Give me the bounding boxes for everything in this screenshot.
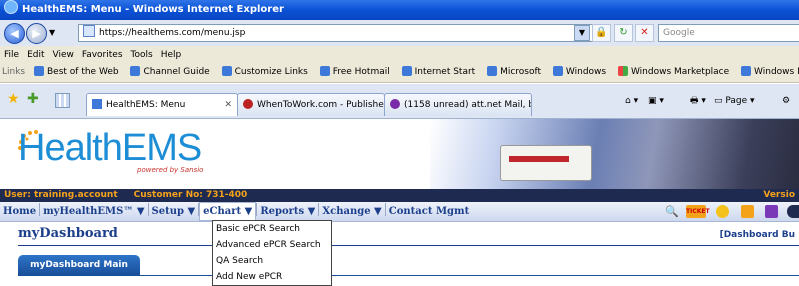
link-item[interactable]: Best of the Web xyxy=(30,63,124,82)
stop-icon[interactable]: ✕ xyxy=(635,24,654,42)
lock-icon[interactable]: 🔒 xyxy=(592,24,611,42)
user-icon[interactable] xyxy=(765,205,778,218)
link-item[interactable]: Windows xyxy=(549,63,611,82)
link-item[interactable]: Microsoft xyxy=(483,63,546,82)
nav-echart[interactable]: eChart ▼ xyxy=(199,202,257,221)
print-icon[interactable]: 🖶 ▾ xyxy=(690,93,706,109)
version-label: Versio xyxy=(763,190,795,200)
page-title: myDashboard xyxy=(18,226,118,241)
customer-number: Customer No: 731-400 xyxy=(133,190,248,200)
menu-item-advanced-epcr-search[interactable]: Advanced ePCR Search xyxy=(213,237,331,253)
mail-icon[interactable] xyxy=(741,205,754,218)
address-dropdown-icon[interactable]: ▼ xyxy=(574,25,590,41)
tab-divider xyxy=(18,275,799,276)
ie-page-icon xyxy=(130,66,141,76)
quick-tabs-icon[interactable] xyxy=(55,93,70,108)
windows-flag-icon xyxy=(617,66,628,76)
menu-edit[interactable]: Edit xyxy=(23,46,48,64)
dashboard-button-link[interactable]: [Dashboard Bu xyxy=(720,230,795,240)
help-lifebuoy-icon[interactable] xyxy=(716,205,729,218)
tab-att-mail[interactable]: (1158 unread) att.net Mail, b... xyxy=(384,93,532,116)
ie-page-icon xyxy=(401,66,412,76)
link-item[interactable]: Free Hotmail xyxy=(316,63,395,82)
ie-page-icon xyxy=(34,66,44,76)
link-item[interactable]: Internet Start xyxy=(398,63,481,82)
menu-tools[interactable]: Tools xyxy=(127,46,157,64)
search-icon[interactable]: 🔍 xyxy=(665,205,679,218)
title-divider xyxy=(18,245,799,246)
link-item[interactable]: Windows Media xyxy=(737,63,799,82)
page-menu[interactable]: ▭ Page ▾ xyxy=(714,93,755,109)
menu-bar: File Edit View Favorites Tools Help xyxy=(0,46,799,64)
links-label: Links xyxy=(2,67,26,77)
banner-photo xyxy=(430,119,799,189)
links-bar: Links Best of the Web Channel Guide Cust… xyxy=(0,63,799,83)
link-item[interactable]: Customize Links xyxy=(218,63,313,82)
forward-icon[interactable]: ▶ xyxy=(26,23,47,44)
window-title-bar: HealthEMS: Menu - Windows Internet Explo… xyxy=(0,0,799,20)
menu-item-basic-epcr-search[interactable]: Basic ePCR Search xyxy=(213,221,331,237)
tools-gear-icon[interactable]: ⚙ xyxy=(782,93,790,109)
refresh-icon[interactable]: ↻ xyxy=(614,24,633,42)
site-nav-bar: Home myHealthEMS™ ▼ Setup ▼ eChart ▼ Reports… xyxy=(0,202,799,222)
close-tab-icon[interactable]: ✕ xyxy=(224,94,232,116)
site-banner: HealthEMS powered by Sansio xyxy=(0,119,799,189)
ie-page-icon xyxy=(319,66,330,76)
ie-page-icon xyxy=(487,66,498,76)
ie-page-icon xyxy=(552,66,563,76)
address-input[interactable]: https://healthems.com/menu.jsp xyxy=(78,24,593,42)
link-item[interactable]: Windows Marketplace xyxy=(614,63,734,82)
menu-view[interactable]: View xyxy=(49,46,78,64)
menu-item-qa-search[interactable]: QA Search xyxy=(213,253,331,269)
home-icon[interactable]: ⌂ ▾ xyxy=(625,93,638,109)
tab-mydashboard-main[interactable]: myDashboard Main xyxy=(18,255,140,275)
favorites-star-icon[interactable]: ★ xyxy=(7,91,20,107)
nav-xchange[interactable]: Xchange ▼ xyxy=(319,202,384,221)
tab-whentowork[interactable]: WhenToWork.com - Publishe... xyxy=(237,93,385,116)
ticket-icon[interactable]: TICKET xyxy=(686,205,710,218)
nav-contact-mgmt[interactable]: Contact Mgmt xyxy=(386,202,472,221)
echart-dropdown-menu: Basic ePCR Search Advanced ePCR Search Q… xyxy=(212,220,332,286)
nav-reports[interactable]: Reports ▼ xyxy=(257,202,318,221)
menu-item-add-new-epcr[interactable]: Add New ePCR xyxy=(213,269,331,285)
user-info-bar: User: training.account Customer No: 731-4… xyxy=(0,189,799,202)
w-logo-icon xyxy=(243,99,253,109)
window-title: HealthEMS: Menu - Windows Internet Explo… xyxy=(22,4,284,15)
address-url: https://healthems.com/menu.jsp xyxy=(99,28,246,38)
menu-file[interactable]: File xyxy=(0,46,23,64)
tab-healthems-menu[interactable]: HealthEMS: Menu ✕ xyxy=(86,93,238,116)
ie-page-icon xyxy=(92,99,102,109)
search-placeholder: Google xyxy=(663,28,695,38)
nav-myhealthems[interactable]: myHealthEMS™ ▼ xyxy=(40,202,147,221)
menu-favorites[interactable]: Favorites xyxy=(78,46,127,64)
search-input[interactable]: Google xyxy=(658,24,799,42)
page-icon xyxy=(83,25,95,37)
nav-setup[interactable]: Setup ▼ xyxy=(149,202,199,221)
history-dropdown-icon[interactable]: ▼ xyxy=(49,28,55,37)
ie-page-icon xyxy=(741,66,752,76)
info-icon[interactable] xyxy=(787,205,799,218)
yahoo-mail-icon xyxy=(390,99,400,109)
ie-page-icon xyxy=(221,66,232,76)
add-favorites-icon[interactable]: ✚ xyxy=(27,91,39,107)
powered-by-text: powered by Sansio xyxy=(137,166,204,174)
link-item[interactable]: Channel Guide xyxy=(126,63,214,82)
ie-logo-icon xyxy=(4,0,18,14)
tab-bar: ★ ✚ HealthEMS: Menu ✕ WhenToWork.com - P… xyxy=(0,84,799,119)
healthems-logo[interactable]: HealthEMS xyxy=(18,127,202,170)
menu-help[interactable]: Help xyxy=(157,46,186,64)
user-label: User: training.account xyxy=(4,190,118,200)
back-icon[interactable]: ◀ xyxy=(4,23,25,44)
feeds-icon[interactable]: ▣ ▾ xyxy=(648,93,664,109)
nav-home[interactable]: Home xyxy=(0,202,39,221)
address-toolbar: ◀ ▶ ▼ https://healthems.com/menu.jsp ▼ 🔒… xyxy=(0,20,799,46)
ambulance-image xyxy=(500,145,592,181)
